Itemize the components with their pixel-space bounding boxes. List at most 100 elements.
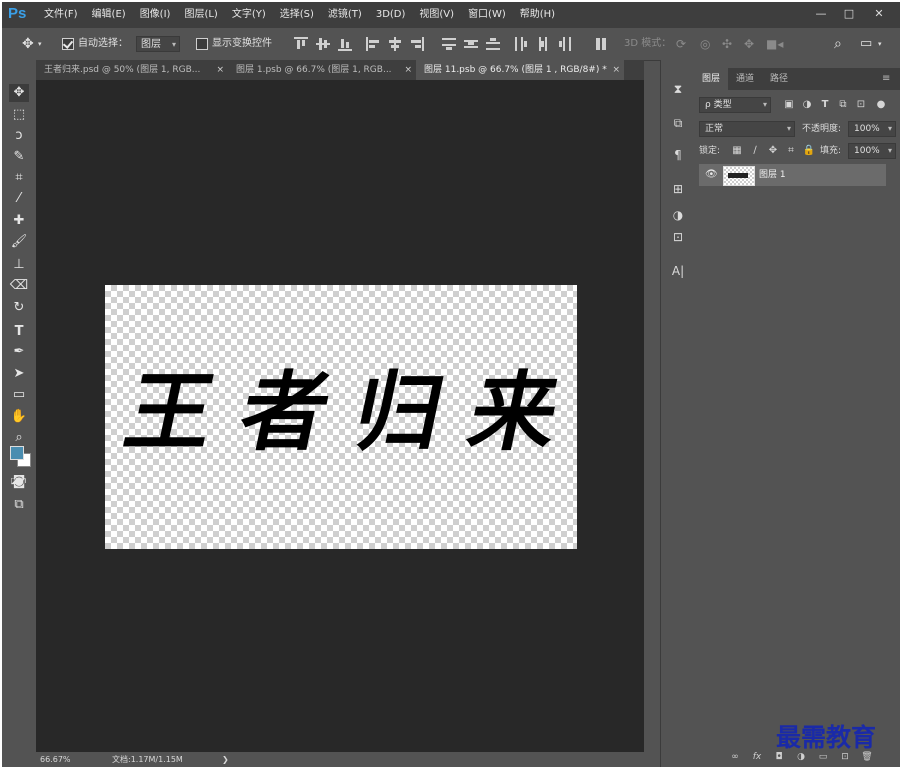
3d-pan-icon[interactable]: ✣ bbox=[722, 28, 732, 60]
stamp-tool-icon[interactable]: ⊥ bbox=[9, 256, 29, 274]
lock-all-icon[interactable]: 🔒 bbox=[802, 144, 816, 158]
layer-row[interactable]: 👁 图层 1 bbox=[699, 164, 886, 186]
distribute-top-icon[interactable] bbox=[442, 37, 456, 51]
close-icon[interactable]: × bbox=[404, 60, 412, 80]
layer-style-icon[interactable]: fx bbox=[750, 750, 764, 764]
lasso-tool-icon[interactable]: ↄ bbox=[9, 127, 29, 145]
maximize-button[interactable]: □ bbox=[838, 6, 860, 22]
history-panel-icon[interactable]: ⧗ bbox=[669, 80, 687, 98]
chevron-down-icon[interactable]: ▾ bbox=[38, 28, 42, 60]
menu-file[interactable]: 文件(F) bbox=[44, 2, 78, 28]
align-vcenter-icon[interactable] bbox=[316, 37, 330, 51]
menu-layer[interactable]: 图层(L) bbox=[184, 2, 217, 28]
layer-filter-dropdown[interactable]: ρ 类型 ▾ bbox=[699, 97, 771, 113]
vertical-scrollbar[interactable] bbox=[644, 80, 660, 752]
properties-panel-icon[interactable]: ⊡ bbox=[669, 228, 687, 246]
character-panel-icon[interactable]: A| bbox=[669, 262, 687, 280]
lock-artboard-icon[interactable]: ⌗ bbox=[784, 144, 798, 158]
foreground-color-swatch[interactable] bbox=[10, 446, 24, 460]
distribute-left-icon[interactable] bbox=[514, 37, 528, 51]
chevron-down-icon[interactable]: ▾ bbox=[878, 28, 882, 60]
move-tool-icon[interactable]: ✥ bbox=[22, 28, 34, 60]
filter-shape-icon[interactable]: ⧉ bbox=[836, 98, 850, 112]
tab-paths[interactable]: 路径 bbox=[762, 68, 796, 90]
tab-doc-1[interactable]: 王者归来.psd @ 50% (图层 1, RGB... × bbox=[36, 60, 228, 80]
zoom-level[interactable]: 66.67% bbox=[40, 752, 71, 767]
align-left-icon[interactable] bbox=[366, 37, 380, 51]
menu-3d[interactable]: 3D(D) bbox=[376, 2, 406, 28]
eraser-tool-icon[interactable]: ⌫ bbox=[9, 277, 29, 295]
filter-adjustment-icon[interactable]: ◑ bbox=[800, 98, 814, 112]
menu-select[interactable]: 选择(S) bbox=[280, 2, 314, 28]
screen-mode-icon[interactable]: ⧉ bbox=[9, 496, 29, 514]
paragraph-panel-icon[interactable]: ¶ bbox=[669, 146, 687, 164]
quick-mask-icon[interactable]: ◙ bbox=[9, 473, 29, 491]
filter-smart-object-icon[interactable]: ⊡ bbox=[854, 98, 868, 112]
layer-name[interactable]: 图层 1 bbox=[759, 164, 786, 186]
menu-view[interactable]: 视图(V) bbox=[419, 2, 454, 28]
3d-camera-icon[interactable]: ■◂ bbox=[766, 28, 783, 60]
search-icon[interactable]: ⌕ bbox=[834, 28, 842, 60]
panel-menu-icon[interactable]: ≡ bbox=[874, 68, 898, 90]
close-button[interactable]: ✕ bbox=[868, 6, 890, 22]
eye-icon[interactable]: 👁 bbox=[705, 168, 718, 182]
close-icon[interactable]: × bbox=[612, 60, 620, 80]
menu-type[interactable]: 文字(Y) bbox=[232, 2, 266, 28]
lock-transparent-icon[interactable]: ▦ bbox=[730, 144, 744, 158]
menu-help[interactable]: 帮助(H) bbox=[520, 2, 555, 28]
align-bottom-icon[interactable] bbox=[338, 37, 352, 51]
tab-layers[interactable]: 图层 bbox=[694, 68, 729, 90]
filter-pixel-icon[interactable]: ▣ bbox=[782, 98, 796, 112]
canvas-area[interactable]: 王 者 归 来 bbox=[36, 80, 644, 752]
3d-slide-icon[interactable]: ✥ bbox=[744, 28, 754, 60]
healing-brush-tool-icon[interactable]: ✚ bbox=[9, 212, 29, 230]
crop-tool-icon[interactable]: ⌗ bbox=[9, 169, 29, 187]
distribute-bottom-icon[interactable] bbox=[486, 37, 500, 51]
pen-tool-icon[interactable]: ✒ bbox=[9, 343, 29, 361]
brush-tool-icon[interactable]: 🖌 bbox=[9, 233, 29, 251]
tab-doc-3[interactable]: 图层 11.psb @ 66.7% (图层 1 , RGB/8#) * × bbox=[416, 60, 624, 80]
minimize-button[interactable]: — bbox=[810, 6, 832, 22]
eyedropper-tool-icon[interactable]: ⁄ bbox=[9, 190, 29, 208]
move-tool-icon[interactable]: ✥ bbox=[9, 84, 29, 102]
filter-type-icon[interactable]: T bbox=[818, 98, 832, 112]
distribute-vcenter-icon[interactable] bbox=[464, 37, 478, 51]
align-hcenter-icon[interactable] bbox=[388, 37, 402, 51]
3d-orbit-icon[interactable]: ⟳ bbox=[676, 28, 686, 60]
lock-pixels-icon[interactable]: ∕ bbox=[748, 144, 762, 158]
auto-select-target-dropdown[interactable]: 图层 ▾ bbox=[136, 36, 180, 52]
opacity-input[interactable]: 100% ▾ bbox=[848, 121, 896, 137]
workspace-icon[interactable]: ▭ bbox=[860, 28, 872, 60]
align-top-icon[interactable] bbox=[294, 37, 308, 51]
quick-select-tool-icon[interactable]: ✎ bbox=[9, 148, 29, 166]
zoom-tool-icon[interactable]: ⌕ bbox=[9, 429, 29, 447]
tab-channels[interactable]: 通道 bbox=[728, 68, 762, 90]
tab-doc-2[interactable]: 图层 1.psb @ 66.7% (图层 1, RGB... × bbox=[228, 60, 416, 80]
blend-mode-dropdown[interactable]: 正常 ▾ bbox=[699, 121, 795, 137]
auto-align-icon[interactable] bbox=[594, 37, 608, 51]
hand-tool-icon[interactable]: ✋ bbox=[9, 408, 29, 426]
menu-image[interactable]: 图像(I) bbox=[140, 2, 171, 28]
align-right-icon[interactable] bbox=[410, 37, 424, 51]
marquee-tool-icon[interactable]: ⬚ bbox=[9, 106, 29, 124]
document-canvas[interactable]: 王 者 归 来 bbox=[105, 285, 577, 549]
auto-select-checkbox[interactable] bbox=[62, 38, 74, 50]
menu-window[interactable]: 窗口(W) bbox=[468, 2, 506, 28]
path-select-tool-icon[interactable]: ➤ bbox=[9, 365, 29, 383]
menu-edit[interactable]: 编辑(E) bbox=[92, 2, 126, 28]
swatches-panel-icon[interactable]: ⊞ bbox=[669, 180, 687, 198]
close-icon[interactable]: × bbox=[216, 60, 224, 80]
distribute-right-icon[interactable] bbox=[558, 37, 572, 51]
lock-position-icon[interactable]: ✥ bbox=[766, 144, 780, 158]
link-layers-icon[interactable]: ∞ bbox=[728, 750, 742, 764]
history-brush-tool-icon[interactable]: ↻ bbox=[9, 299, 29, 317]
type-tool-icon[interactable]: T bbox=[9, 323, 29, 341]
distribute-hcenter-icon[interactable] bbox=[536, 37, 550, 51]
menu-filter[interactable]: 滤镜(T) bbox=[328, 2, 362, 28]
filter-toggle-icon[interactable]: ● bbox=[874, 98, 888, 112]
3d-roll-icon[interactable]: ◎ bbox=[700, 28, 710, 60]
adjustments-panel-icon[interactable]: ◑ bbox=[669, 206, 687, 224]
fill-input[interactable]: 100% ▾ bbox=[848, 143, 896, 159]
actions-panel-icon[interactable]: ⧉ bbox=[669, 114, 687, 132]
status-menu-arrow[interactable]: ❯ bbox=[222, 752, 229, 767]
